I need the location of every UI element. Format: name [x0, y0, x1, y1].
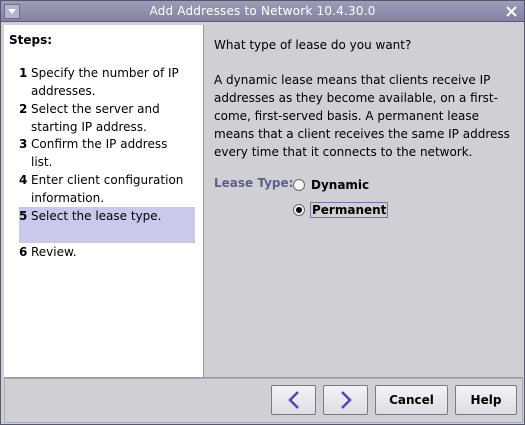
step-label: Confirm the IP address list. [31, 137, 168, 169]
chevron-right-icon [340, 391, 352, 409]
step-number: 1 [19, 66, 28, 80]
help-button[interactable]: Help [455, 385, 517, 415]
next-button[interactable] [323, 385, 368, 415]
cancel-button[interactable]: Cancel [375, 385, 448, 415]
wizard-window: Add Addresses to Network 10.4.30.0 Steps… [0, 0, 525, 425]
content-panel: What type of lease do you want? A dynami… [205, 25, 523, 377]
steps-panel: Steps: 1 Specify the number of IP addres… [4, 25, 204, 377]
step-number: 3 [19, 137, 28, 151]
radio-label: Dynamic [311, 178, 370, 192]
close-icon[interactable] [504, 4, 519, 19]
title-bar[interactable]: Add Addresses to Network 10.4.30.0 [1, 1, 524, 22]
window-title: Add Addresses to Network 10.4.30.0 [149, 4, 376, 18]
radio-permanent[interactable]: Permanent [293, 202, 389, 218]
back-button[interactable] [271, 385, 316, 415]
step-number: 2 [19, 102, 28, 116]
step-number: 4 [19, 173, 28, 187]
step-number: 6 [19, 245, 28, 259]
lease-question: What type of lease do you want? [214, 38, 412, 52]
step-label: Select the lease type. [31, 209, 162, 223]
lease-description: A dynamic lease means that clients recei… [214, 73, 510, 159]
lease-type-label: Lease Type: [214, 176, 294, 190]
radio-button[interactable] [293, 179, 305, 191]
step-label: Review. [31, 245, 77, 259]
step-5[interactable]: 5 Select the lease type. [19, 207, 195, 243]
step-number: 5 [19, 209, 28, 223]
steps-title: Steps: [9, 33, 53, 47]
radio-dynamic[interactable]: Dynamic [293, 177, 370, 193]
radio-button[interactable] [293, 204, 305, 216]
step-label: Enter client configuration information. [31, 173, 184, 205]
step-label: Select the server and starting IP addres… [31, 102, 160, 134]
chevron-left-icon [287, 391, 299, 409]
step-label: Specify the number of IP addresses. [31, 66, 179, 98]
radio-label: Permanent [310, 202, 389, 218]
button-bar: Cancel Help [4, 378, 523, 423]
